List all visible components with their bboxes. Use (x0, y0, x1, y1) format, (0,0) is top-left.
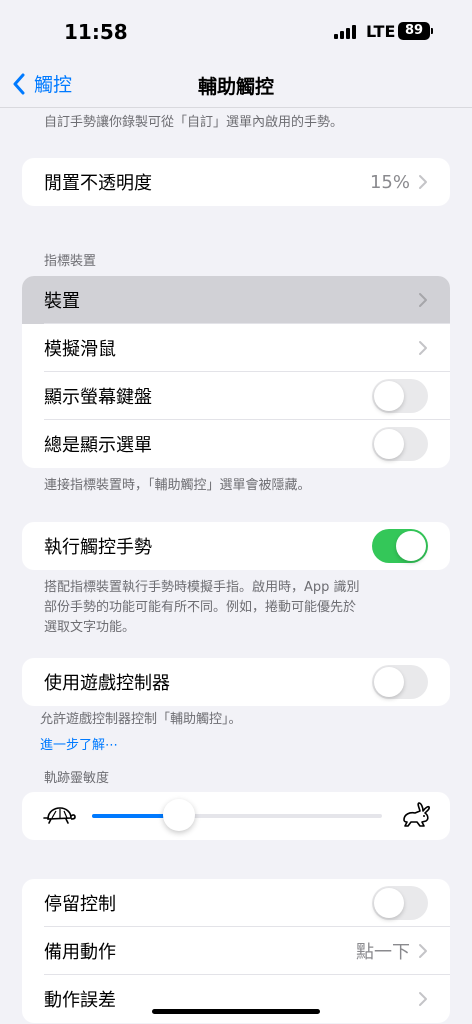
pointer-devices-header: 指標裝置 (44, 254, 97, 269)
dwell-control-label: 停留控制 (44, 894, 116, 915)
game-controller-toggle[interactable] (372, 665, 428, 699)
tracking-sensitivity-header: 軌跡靈敏度 (44, 771, 110, 786)
show-onscreen-keyboard-toggle[interactable] (372, 379, 428, 413)
toggle-knob (374, 888, 404, 918)
home-indicator (152, 1009, 320, 1014)
perform-gestures-group: 執行觸控手勢 (22, 522, 450, 570)
custom-gestures-note: 自訂手勢讓你錄製可從「自訂」選單內啟用的手勢。 (44, 115, 344, 130)
pointer-devices-group: 裝置 模擬滑鼠 顯示螢幕鍵盤 總是顯示選單 (22, 276, 450, 468)
battery-icon: 89 (398, 22, 430, 40)
pointer-devices-footer: 連接指標裝置時，「輔助觸控」選單會被隱藏。 (44, 478, 311, 493)
dwell-group: 停留控制 備用動作 點一下 動作誤差 (22, 879, 450, 1023)
sensitivity-track (92, 814, 382, 818)
devices-row[interactable]: 裝置 (22, 276, 450, 324)
status-bar: 11:58 LTE 89 (0, 0, 472, 62)
toggle-knob (374, 381, 404, 411)
idle-opacity-group: 閒置不透明度 15% (22, 158, 450, 206)
fallback-action-label: 備用動作 (44, 942, 116, 963)
show-onscreen-keyboard-row: 顯示螢幕鍵盤 (22, 372, 450, 420)
toggle-knob (374, 429, 404, 459)
movement-tolerance-row[interactable]: 動作誤差 (22, 975, 450, 1023)
learn-more-link[interactable]: 進一步了解⋯ (40, 734, 118, 753)
toggle-knob (396, 531, 426, 561)
footer-line: 搭配指標裝置執行手勢時模擬手指。啟用時，App 識別 (44, 580, 360, 595)
network-type: LTE (366, 22, 396, 41)
always-show-menu-label: 總是顯示選單 (44, 435, 152, 456)
footer-line: 選取文字功能。 (44, 620, 136, 635)
idle-opacity-row[interactable]: 閒置不透明度 15% (22, 158, 450, 206)
fallback-action-value: 點一下 (356, 942, 410, 963)
show-onscreen-keyboard-label: 顯示螢幕鍵盤 (44, 387, 152, 408)
navigation-bar: 觸控 輔助觸控 (0, 62, 472, 108)
dwell-control-row: 停留控制 (22, 879, 450, 927)
rabbit-icon (403, 802, 430, 827)
mouse-keys-row[interactable]: 模擬滑鼠 (22, 324, 450, 372)
idle-opacity-label: 閒置不透明度 (44, 173, 152, 194)
footer-line: 部份手勢的功能可能有所不同。例如，捲動可能優先於 (44, 600, 357, 615)
chevron-right-icon (419, 293, 427, 307)
dwell-control-toggle[interactable] (372, 886, 428, 920)
chevron-right-icon (419, 992, 427, 1006)
idle-opacity-value: 15% (369, 171, 410, 193)
toggle-knob (374, 667, 404, 697)
perform-gestures-footer: 搭配指標裝置執行手勢時模擬手指。啟用時，App 識別 部份手勢的功能可能有所不同… (44, 578, 360, 638)
perform-gestures-label: 執行觸控手勢 (44, 537, 152, 558)
mouse-keys-label: 模擬滑鼠 (44, 339, 116, 360)
status-time: 11:58 (64, 20, 128, 44)
chevron-right-icon (419, 341, 427, 355)
tracking-sensitivity-slider-row (22, 792, 450, 840)
game-controller-label: 使用遊戲控制器 (44, 673, 170, 694)
game-controller-group: 使用遊戲控制器 (22, 658, 450, 706)
tracking-sensitivity-group (22, 792, 450, 840)
sensitivity-slider-thumb[interactable] (163, 799, 195, 831)
always-show-menu-toggle[interactable] (372, 427, 428, 461)
chevron-right-icon (419, 175, 427, 189)
battery-cap (431, 28, 433, 34)
perform-gestures-row: 執行觸控手勢 (22, 522, 450, 570)
always-show-menu-row: 總是顯示選單 (22, 420, 450, 468)
game-controller-row: 使用遊戲控制器 (22, 658, 450, 706)
turtle-icon (43, 807, 76, 824)
devices-label: 裝置 (44, 291, 80, 312)
cellular-signal-icon (334, 25, 356, 39)
chevron-right-icon (419, 944, 427, 958)
fallback-action-row[interactable]: 備用動作 點一下 (22, 927, 450, 975)
perform-gestures-toggle[interactable] (372, 529, 428, 563)
game-controller-footer: 允許遊戲控制器控制「輔助觸控」。 (40, 712, 242, 727)
page-title: 輔助觸控 (197, 76, 274, 98)
